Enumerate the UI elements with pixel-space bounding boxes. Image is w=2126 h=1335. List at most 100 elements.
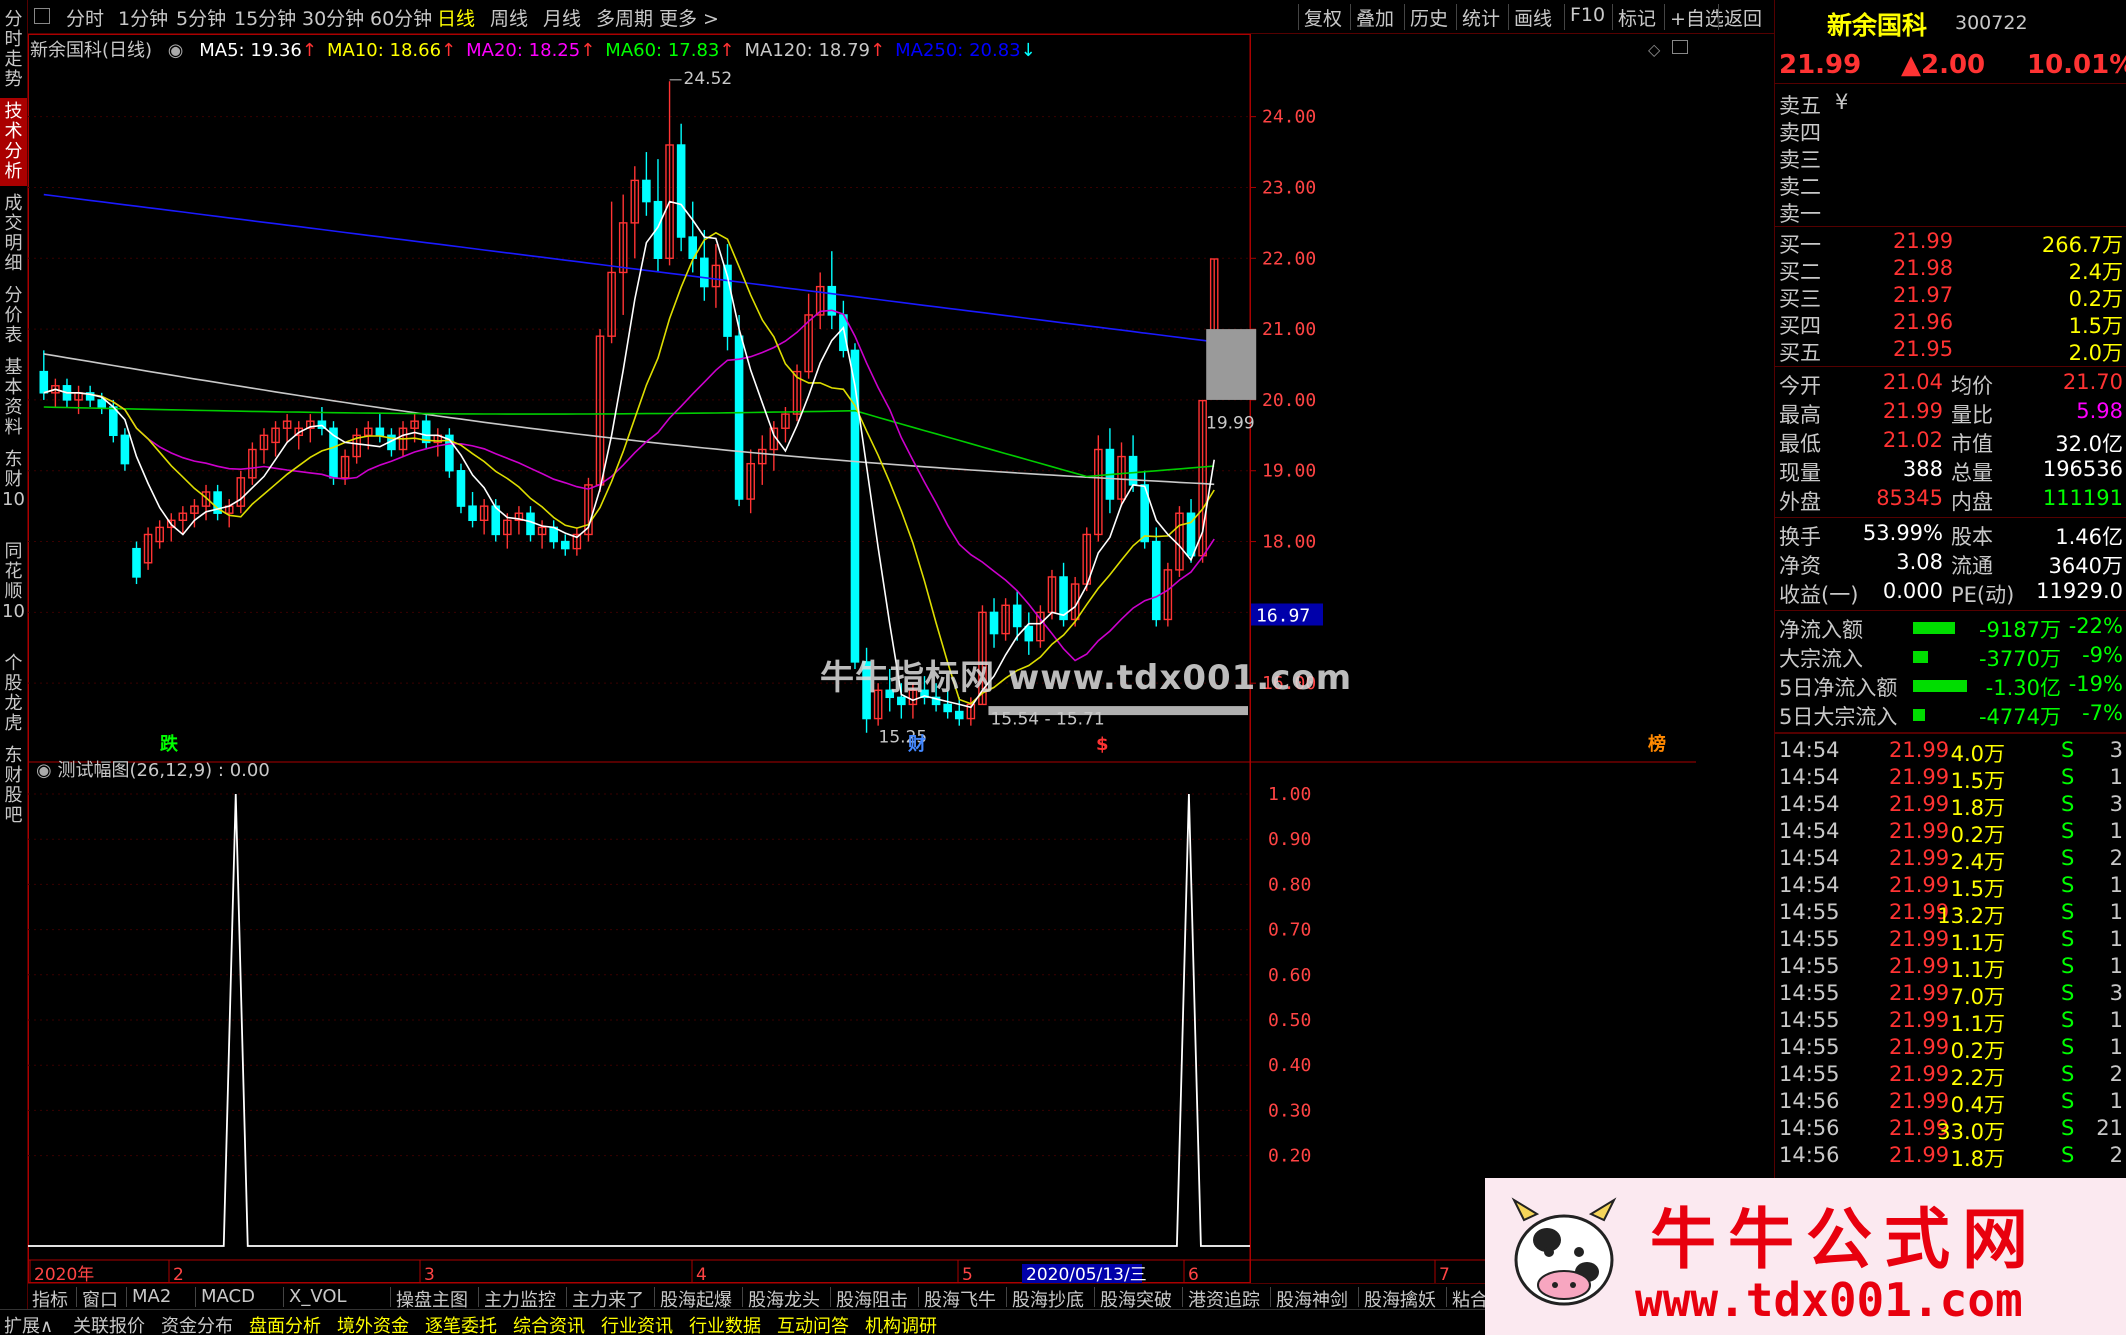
tick-price: 21.99 <box>1889 738 1950 762</box>
extension-tab[interactable]: 关联报价 <box>73 1312 145 1335</box>
order-sell-row: 卖三 <box>1775 144 2126 172</box>
left-tab[interactable]: 成交明细 <box>0 190 27 278</box>
toolbar-button[interactable]: 画线 <box>1514 4 1552 31</box>
period-tab[interactable]: 分时 <box>66 4 104 31</box>
left-tab[interactable]: 分时走势 <box>0 6 27 94</box>
tick-time: 14:54 <box>1779 819 1840 843</box>
order-volume: 2.4万 <box>2068 260 2123 284</box>
extension-tab[interactable]: 盘面分析 <box>249 1312 321 1335</box>
period-tab[interactable]: 1分钟 <box>118 4 168 31</box>
period-tab[interactable]: 更多 > <box>659 4 719 31</box>
tick-time: 14:56 <box>1779 1143 1840 1167</box>
extension-tab[interactable]: 逐笔委托 <box>425 1312 497 1335</box>
left-tab[interactable]: 东财10 <box>0 446 27 534</box>
event-marker[interactable]: $ <box>1096 734 1109 755</box>
fundamental-row: 换手 53.99% 股本 1.46亿 <box>1775 521 2126 550</box>
tick-row: 14:55 21.99 13.2万 S 1 <box>1775 900 2126 928</box>
period-tab[interactable]: 60分钟 <box>370 4 432 31</box>
tick-side: S <box>2061 873 2075 897</box>
quote-stat-row: 今开 21.04 均价 21.70 <box>1775 370 2126 399</box>
stat-value: 3.08 <box>1896 550 1943 574</box>
event-marker[interactable]: 财 <box>908 733 926 755</box>
tick-volume: 33.0万 <box>1937 1120 2005 1144</box>
stats-divider <box>1775 610 2126 611</box>
extension-tab[interactable]: 扩展∧ <box>4 1312 53 1335</box>
tick-row: 14:56 21.99 33.0万 S 21 <box>1775 1116 2126 1144</box>
tick-row: 14:55 21.99 1.1万 S 1 <box>1775 927 2126 955</box>
quote-price-row: 21.99 ▲2.00 10.01% <box>1775 50 2126 84</box>
legend-toggle-icon[interactable]: ◉ <box>168 40 184 61</box>
tick-count: 1 <box>2109 765 2123 789</box>
indicator-tab[interactable]: MACD <box>201 1286 255 1307</box>
left-tab[interactable]: 东财股吧 <box>0 742 27 830</box>
period-tab[interactable]: 月线 <box>543 4 581 31</box>
ma-legend: 新余国科(日线) ◉ MA5: 19.36↑ MA10: 18.66↑ MA20: … <box>30 36 1056 62</box>
chart-settings-icon[interactable]: ◇ <box>1648 40 1660 59</box>
order-sell-row: 卖二 <box>1775 171 2126 199</box>
toolbar-button[interactable]: 复权 <box>1304 4 1342 31</box>
tick-side: S <box>2061 738 2075 762</box>
indicator-tab[interactable]: X_VOL <box>289 1286 347 1307</box>
left-tab-strip: 分时走势技术分析成交明细分价表基本资料东财10 同花顺10 个股龙虎东财股吧 <box>0 0 28 1335</box>
extension-tab[interactable]: 综合资讯 <box>513 1312 585 1335</box>
candle-body <box>642 179 651 203</box>
period-tab[interactable]: 周线 <box>490 4 528 31</box>
extension-tab[interactable]: 行业资讯 <box>601 1312 673 1335</box>
left-tab[interactable]: 同花顺10 <box>0 538 27 646</box>
stat-value: 85345 <box>1876 486 1943 510</box>
quote-stat-row: 最高 21.99 量比 5.98 <box>1775 399 2126 428</box>
period-tab[interactable]: 日线 <box>437 4 475 31</box>
indicator-tick-label: 0.20 <box>1268 1146 1311 1167</box>
toolbar-button[interactable]: 统计 <box>1462 4 1500 31</box>
left-tab[interactable]: 技术分析 <box>0 98 27 186</box>
event-marker[interactable]: 跌 <box>160 733 179 755</box>
tab-divider <box>1446 1287 1447 1307</box>
extension-tab[interactable]: 资金分布 <box>161 1312 233 1335</box>
extension-tab[interactable]: 机构调研 <box>865 1312 937 1335</box>
left-tab[interactable]: 分价表 <box>0 282 27 350</box>
price-gap-box <box>1206 329 1257 400</box>
last-price: 21.99 <box>1779 50 1862 80</box>
flow-label: 大宗流入 <box>1779 647 1863 671</box>
toolbar-button[interactable]: 标记 <box>1618 4 1656 31</box>
layout-toggle-icon[interactable] <box>34 8 50 24</box>
ma-trend-arrow: ↓ <box>1020 40 1036 61</box>
orderbook-divider <box>1775 226 2126 227</box>
candle-body <box>943 703 952 713</box>
chart-window-icon[interactable] <box>1672 40 1688 54</box>
order-buy-row: 买一 21.99 266.7万 <box>1775 229 2126 257</box>
toolbar-button[interactable]: +自选 <box>1670 4 1724 31</box>
flow-value: -1.30亿 <box>1985 676 2061 700</box>
period-tab[interactable]: 5分钟 <box>176 4 226 31</box>
tick-price: 21.99 <box>1889 981 1950 1005</box>
indicator-toggle-icon[interactable]: ◉ <box>36 760 52 781</box>
toolbar-button[interactable]: 历史 <box>1410 4 1448 31</box>
brand-url: www.tdx001.com <box>1635 1273 2023 1327</box>
extension-tab[interactable]: 行业数据 <box>689 1312 761 1335</box>
tab-divider <box>566 1287 567 1307</box>
period-tab[interactable]: 15分钟 <box>234 4 296 31</box>
indicator-tick-label: 0.60 <box>1268 965 1311 986</box>
ma-legend-item: MA5: 19.36↑ <box>199 40 317 61</box>
price-change-pct: 10.01% <box>2027 50 2126 80</box>
indicator-title[interactable]: ◉ 测试幅图(26,12,9) : 0.00 <box>36 756 270 782</box>
toolbar-button[interactable]: 返回 <box>1724 4 1762 31</box>
extension-tab[interactable]: 境外资金 <box>337 1312 409 1335</box>
left-tab[interactable]: 基本资料 <box>0 354 27 442</box>
center-watermark: 牛牛指标网 www.tdx001.com <box>820 658 1353 698</box>
extension-tab[interactable]: 互动问答 <box>777 1312 849 1335</box>
brand-title: 牛牛公式网 <box>1650 1200 2040 1278</box>
period-tab[interactable]: 多周期 <box>596 4 653 31</box>
candle-body <box>676 144 686 238</box>
quote-stat-row: 最低 21.02 市值 32.0亿 <box>1775 428 2126 457</box>
stat-value: 21.04 <box>1882 370 1943 394</box>
event-marker[interactable]: 榜 <box>1648 733 1666 755</box>
tick-side: S <box>2061 765 2075 789</box>
tick-count: 2 <box>2109 846 2123 870</box>
period-tab[interactable]: 30分钟 <box>302 4 364 31</box>
time-tick-label: 3 <box>424 1265 435 1284</box>
indicator-tab[interactable]: MA2 <box>132 1286 171 1307</box>
toolbar-button[interactable]: 叠加 <box>1356 4 1394 31</box>
left-tab[interactable]: 个股龙虎 <box>0 650 27 738</box>
toolbar-button[interactable]: F10 <box>1570 4 1605 26</box>
